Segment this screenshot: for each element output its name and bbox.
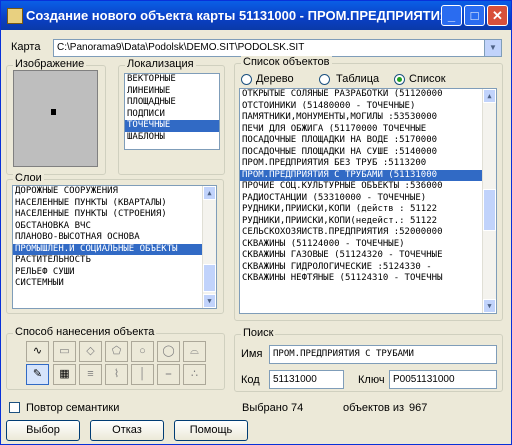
object-list-item[interactable]: СКВАЖИНЫ ГИДРОЛОГИЧЕСКИЕ :5124330 - — [240, 262, 496, 274]
name-label: Имя — [241, 348, 263, 360]
selected-count: 74 — [291, 402, 304, 414]
localization-group-title: Локализация — [125, 58, 196, 70]
layer-item[interactable]: РЕЛЬЕФ СУШИ — [13, 267, 216, 279]
segment-tool-icon[interactable]: ⎯ — [157, 364, 180, 385]
points-tool-icon[interactable]: ∴ — [183, 364, 206, 385]
curve-tool-icon[interactable]: ⌇ — [105, 364, 128, 385]
line-tool-icon[interactable]: │ — [131, 364, 154, 385]
scroll-thumb[interactable] — [483, 189, 496, 231]
draw-method-title: Способ нанесения объекта — [13, 326, 157, 338]
object-list-item[interactable]: ОТКРЫТЫЕ СОЛЯНЫЕ РАЗРАБОТКИ (51120000 — [240, 89, 496, 101]
cancel-button[interactable]: Отказ — [90, 420, 164, 441]
select-button[interactable]: Выбор — [6, 420, 80, 441]
close-button[interactable]: ✕ — [487, 5, 508, 26]
object-list-item[interactable]: СКВАЖИНЫ НЕФТЯНЫЕ (51124310 - ТОЧЕЧНЫ — [240, 273, 496, 285]
name-input[interactable]: ПРОМ.ПРЕДПРИЯТИЯ С ТРУБАМИ — [269, 345, 497, 364]
scroll-up-icon[interactable]: ▲ — [203, 186, 216, 200]
object-image-preview — [13, 70, 98, 167]
object-list-item[interactable]: РУДНИКИ,ПРИИСКИ,КОПИ (действ : 51122 — [240, 204, 496, 216]
object-list-item[interactable]: ПРОЧИЕ СОЦ.КУЛЬТУРНЫЕ ОБЪЕКТЫ :536000 — [240, 181, 496, 193]
code-label: Код — [241, 374, 260, 386]
key-input[interactable]: P0051131000 — [389, 370, 497, 389]
localization-item[interactable]: ВЕКТОРНЫЕ — [125, 74, 219, 86]
grid-tool-icon[interactable]: ▦ — [53, 364, 76, 385]
repeat-semantics-label: Повтор семантики — [26, 402, 120, 414]
object-list-item[interactable]: ПРОМ.ПРЕДПРИЯТИЯ БЕЗ ТРУБ :5113200 — [240, 158, 496, 170]
layer-item[interactable]: РАСТИТЕЛЬНОСТЬ — [13, 255, 216, 267]
localization-item[interactable]: ШАБЛОНЫ — [125, 132, 219, 144]
object-list-item[interactable]: СЕЛЬСКОХОЗЯЙСТВ.ПРЕДПРИЯТИЯ :52000000 — [240, 227, 496, 239]
rectangle-tool-icon[interactable]: ▭ — [53, 341, 76, 362]
search-title: Поиск — [241, 327, 276, 339]
chevron-down-icon[interactable]: ▼ — [484, 40, 501, 56]
circle-tool-icon[interactable]: ○ — [131, 341, 154, 362]
layer-item[interactable]: СИСТЕМНЫЙ — [13, 278, 216, 290]
point-symbol-icon — [51, 109, 56, 115]
scroll-down-icon[interactable]: ▼ — [483, 299, 496, 313]
image-group-title: Изображение — [13, 58, 87, 70]
help-button[interactable]: Помощь — [174, 420, 248, 441]
object-list-title: Список объектов — [241, 56, 332, 68]
object-list-item[interactable]: РУДНИКИ,ПРИИСКИ,КОПИ(недейст.: 51122 — [240, 216, 496, 228]
scroll-up-icon[interactable]: ▲ — [483, 89, 496, 103]
localization-item[interactable]: ТОЧЕЧНЫЕ — [125, 120, 219, 132]
layer-item[interactable]: ОБСТАНОВКА ВЧС — [13, 221, 216, 233]
scroll-thumb[interactable] — [203, 264, 216, 292]
objects-scrollbar[interactable]: ▲ ▼ — [482, 89, 496, 313]
arc-tool-icon[interactable]: ⌓ — [183, 341, 206, 362]
minimize-button[interactable]: _ — [441, 5, 462, 26]
object-list-item[interactable]: ПАМЯТНИКИ,МОНУМЕНТЫ,МОГИЛЫ :53530000 — [240, 112, 496, 124]
total-count: 967 — [409, 402, 428, 414]
view-tree-radio[interactable] — [241, 74, 252, 85]
localization-list[interactable]: ВЕКТОРНЫЕ ЛИНЕЙНЫЕ ПЛОЩАДНЫЕ ПОДПИСИ ТОЧЕЧНЫ… — [124, 73, 220, 150]
window-title: Создание нового объекта карты 51131000 -… — [26, 8, 446, 23]
app-icon — [7, 8, 23, 24]
layer-item[interactable]: ПЛАНОВО-ВЫСОТНАЯ ОСНОВА — [13, 232, 216, 244]
code-input[interactable]: 51131000 — [269, 370, 344, 389]
view-table-radio[interactable] — [319, 74, 330, 85]
view-table-label: Таблица — [336, 73, 380, 85]
layers-group-title: Слои — [13, 172, 44, 184]
layer-item[interactable]: ПРОМЫШЛЕН.И СОЦИАЛЬНЫЕ ОБЪЕКТЫ — [13, 243, 216, 255]
layers-list[interactable]: ДОРОЖНЫЕ СООРУЖЕНИЯ НАСЕЛЕННЫЕ ПУНКТЫ (КВ… — [12, 185, 217, 309]
polyline-tool-icon[interactable]: ∿ — [26, 341, 49, 362]
object-list-item[interactable]: ПРОМ.ПРЕДПРИЯТИЯ С ТРУБАМИ (51131000 — [240, 169, 496, 181]
key-label: Ключ — [358, 374, 385, 386]
layers-scrollbar[interactable]: ▲ ▼ — [202, 186, 216, 308]
rotated-rect-tool-icon[interactable]: ◇ — [79, 341, 102, 362]
maximize-button[interactable]: □ — [464, 5, 485, 26]
object-list-item[interactable]: ПЕЧИ ДЛЯ ОБЖИГА (51170000 ТОЧЕЧНЫЕ — [240, 124, 496, 136]
object-list-item[interactable]: ПОСАДОЧНЫЕ ПЛОЩАДКИ НА ВОДЕ :5170000 — [240, 135, 496, 147]
localization-item[interactable]: ПОДПИСИ — [125, 109, 219, 121]
view-list-radio[interactable] — [394, 74, 405, 85]
map-label: Карта — [11, 41, 41, 53]
object-list[interactable]: ОТКРЫТЫЕ СОЛЯНЫЕ РАЗРАБОТКИ (51120000 ОТС… — [239, 88, 497, 314]
layer-item[interactable]: НАСЕЛЕННЫЕ ПУНКТЫ (СТРОЕНИЯ) — [13, 209, 216, 221]
scroll-down-icon[interactable]: ▼ — [203, 294, 216, 308]
map-path-value: C:\Panorama9\Data\Podolsk\DEMO.SIT\PODOL… — [57, 42, 305, 53]
layer-item[interactable]: ДОРОЖНЫЕ СООРУЖЕНИЯ — [13, 186, 216, 198]
object-list-item[interactable]: РАДИОСТАНЦИИ (53310000 - ТОЧЕЧНЫЕ) — [240, 193, 496, 205]
dialog-window: Создание нового объекта карты 51131000 -… — [0, 0, 512, 445]
ellipse-tool-icon[interactable]: ◯ — [157, 341, 180, 362]
localization-item[interactable]: ПЛОЩАДНЫЕ — [125, 97, 219, 109]
selected-label: Выбрано — [242, 402, 288, 414]
view-list-label: Список — [409, 73, 446, 85]
title-bar[interactable]: Создание нового объекта карты 51131000 -… — [1, 1, 511, 30]
polygon-tool-icon[interactable]: ⬠ — [105, 341, 128, 362]
view-tree-label: Дерево — [256, 73, 294, 85]
repeat-semantics-checkbox[interactable] — [9, 402, 20, 413]
map-path-combo[interactable]: C:\Panorama9\Data\Podolsk\DEMO.SIT\PODOL… — [53, 39, 502, 57]
object-list-item[interactable]: СКВАЖИНЫ (51124000 - ТОЧЕЧНЫЕ) — [240, 239, 496, 251]
draw-tool-icon[interactable]: ✎ — [26, 364, 49, 385]
localization-item[interactable]: ЛИНЕЙНЫЕ — [125, 86, 219, 98]
object-list-item[interactable]: ОТСТОЙНИКИ (51480000 - ТОЧЕЧНЫЕ) — [240, 101, 496, 113]
object-list-item[interactable]: ПОСАДОЧНЫЕ ПЛОЩАДКИ НА СУШЕ :5140000 — [240, 147, 496, 159]
object-list-item[interactable]: СКВАЖИНЫ ГАЗОВЫЕ (51124320 - ТОЧЕЧНЫЕ — [240, 250, 496, 262]
hatch-tool-icon[interactable]: ≡ — [79, 364, 102, 385]
of-total-label: объектов из — [343, 402, 405, 414]
layer-item[interactable]: НАСЕЛЕННЫЕ ПУНКТЫ (КВАРТАЛЫ) — [13, 198, 216, 210]
